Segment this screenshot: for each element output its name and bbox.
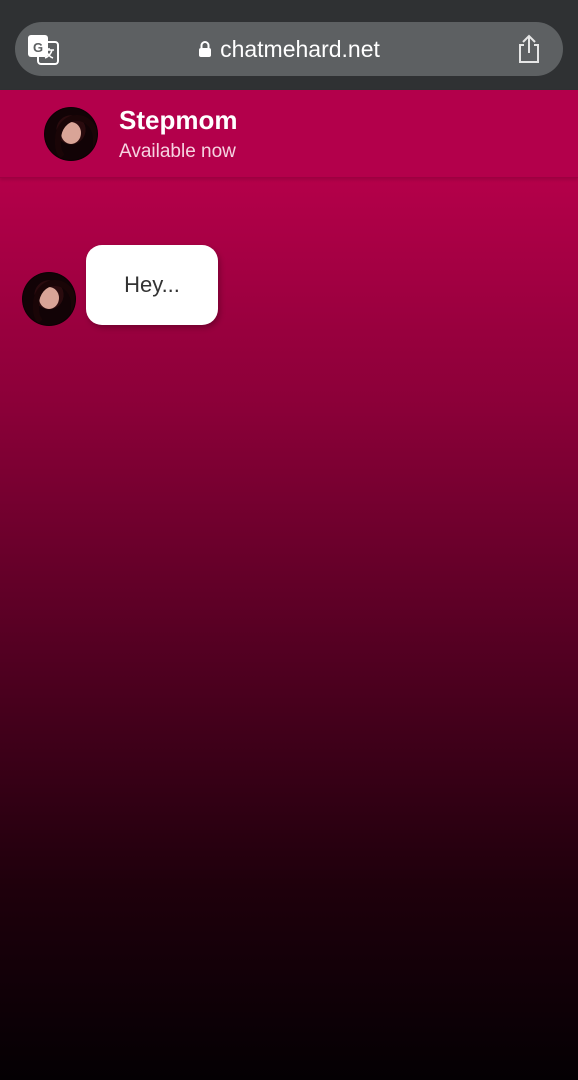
share-icon[interactable] [515, 34, 543, 64]
chat-header: Stepmom Available now [0, 90, 578, 178]
url-text: chatmehard.net [220, 35, 380, 62]
contact-status: Available now [119, 141, 236, 162]
contact-avatar[interactable] [44, 107, 98, 161]
contact-name: Stepmom [119, 105, 238, 135]
message-text: Hey... [124, 272, 180, 297]
address-bar[interactable]: G chatmehard.net [15, 22, 563, 76]
message-avatar [22, 272, 76, 326]
browser-toolbar: G chatmehard.net [0, 0, 578, 90]
lock-icon [199, 41, 212, 57]
message-bubble: Hey... [86, 245, 218, 325]
